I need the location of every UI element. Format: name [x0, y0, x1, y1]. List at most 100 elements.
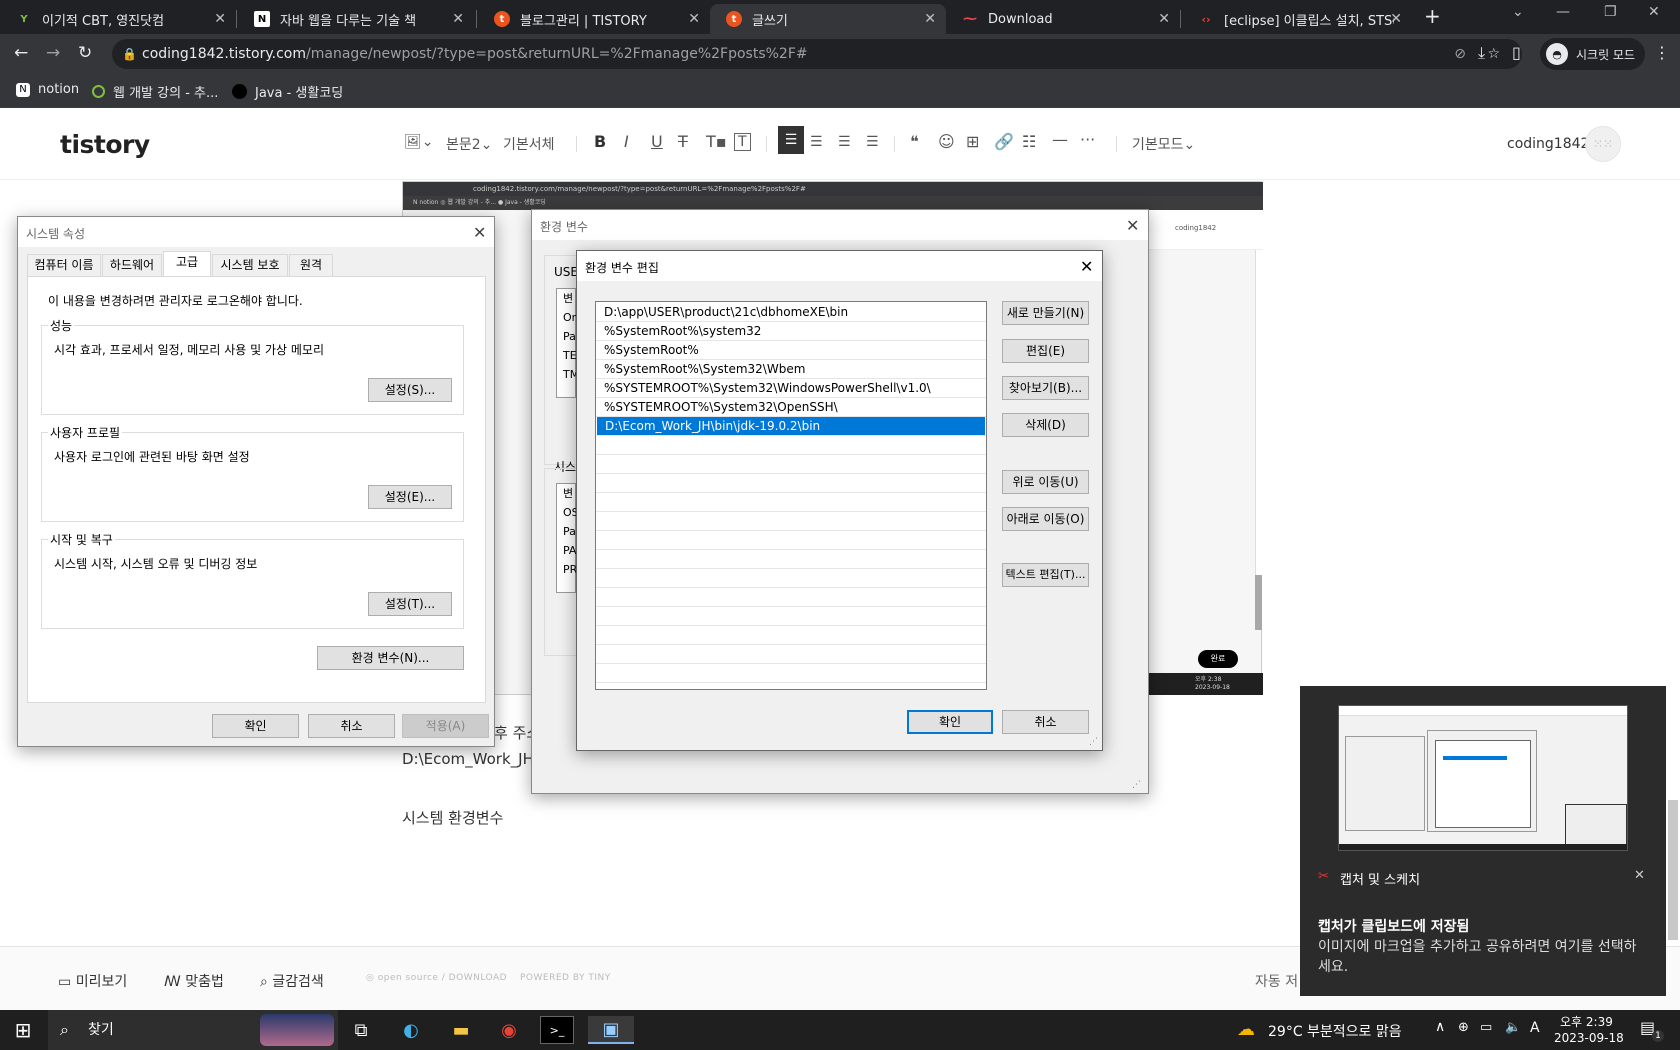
- network-icon[interactable]: ▭: [1480, 1020, 1492, 1035]
- tab-eclipse[interactable]: ‹› [eclipse] 이클립스 설치, STS(Sp ✕: [1182, 4, 1412, 34]
- terminal-icon[interactable]: >_: [540, 1016, 574, 1044]
- new-button[interactable]: 새로 만들기(N): [1002, 301, 1089, 325]
- empty-row[interactable]: [596, 531, 986, 550]
- tab-cbt[interactable]: Y 이기적 CBT, 영진닷컴 ✕: [0, 4, 236, 34]
- clock-time[interactable]: 오후 2:39: [1560, 1013, 1613, 1030]
- empty-row[interactable]: [596, 436, 986, 455]
- task-view-icon[interactable]: ⧉: [344, 1016, 378, 1044]
- list-item[interactable]: D:\app\USER\product\21c\dbhomeXE\bin: [596, 303, 986, 322]
- close-icon[interactable]: ✕: [1126, 216, 1139, 235]
- list-item[interactable]: %SystemRoot%: [596, 341, 986, 360]
- move-up-button[interactable]: 위로 이동(U): [1002, 470, 1089, 494]
- list-item[interactable]: %SYSTEMROOT%\System32\WindowsPowerShell\…: [596, 379, 986, 398]
- taskbar-search[interactable]: ⌕ 찾기: [48, 1010, 338, 1050]
- tab-computer-name[interactable]: 컴퓨터 이름: [27, 254, 101, 276]
- underline-icon[interactable]: U: [651, 132, 663, 151]
- capture-notification[interactable]: ✂ 캡처 및 스케치 ✕ 캡처가 클립보드에 저장됨 이미지에 마크업을 추가하…: [1300, 686, 1666, 996]
- close-icon[interactable]: ✕: [1390, 11, 1402, 27]
- edit-text-button[interactable]: 텍스트 편집(T)...: [1002, 563, 1089, 587]
- empty-row[interactable]: [596, 455, 986, 474]
- close-icon[interactable]: ✕: [688, 11, 700, 27]
- emoji-icon[interactable]: ☺: [938, 132, 955, 151]
- bookmark-java[interactable]: Java - 생활코딩: [232, 82, 343, 101]
- search-material-button[interactable]: ⌕ 글감검색: [260, 971, 324, 991]
- environment-variables-button[interactable]: 환경 변수(N)...: [317, 646, 464, 670]
- align-right-icon[interactable]: ☰: [838, 134, 851, 150]
- list-icon[interactable]: ☷: [1022, 132, 1036, 151]
- tab-blog-admin[interactable]: t 블로그관리 | TISTORY ✕: [478, 4, 710, 34]
- download-icon[interactable]: ⤓: [1478, 43, 1485, 63]
- list-item[interactable]: %SystemRoot%\System32\Wbem: [596, 360, 986, 379]
- ok-button[interactable]: 확인: [212, 714, 299, 738]
- edge-icon[interactable]: ◐: [394, 1016, 428, 1044]
- tab-write[interactable]: t 글쓰기 ✕: [710, 4, 946, 34]
- path-list[interactable]: D:\app\USER\product\21c\dbhomeXE\bin %Sy…: [595, 301, 987, 690]
- empty-row[interactable]: [596, 588, 986, 607]
- list-item[interactable]: %SystemRoot%\system32: [596, 322, 986, 341]
- cancel-button[interactable]: 취소: [308, 714, 395, 738]
- performance-settings-button[interactable]: 설정(S)...: [368, 378, 452, 402]
- back-icon[interactable]: ←: [14, 43, 28, 63]
- empty-row[interactable]: [596, 493, 986, 512]
- chrome-icon[interactable]: ◉: [492, 1016, 526, 1044]
- menu-kebab-icon[interactable]: ⋮: [1654, 43, 1670, 62]
- ime-indicator[interactable]: A: [1530, 1020, 1540, 1036]
- list-item-selected[interactable]: D:\Ecom_Work_JH\bin\jdk-19.0.2\bin: [597, 417, 985, 436]
- close-icon[interactable]: ✕: [473, 223, 486, 242]
- quote-icon[interactable]: ❝: [910, 132, 919, 151]
- editor-mode-dropdown[interactable]: 기본모드⌄: [1132, 134, 1195, 154]
- link-icon[interactable]: 🔗: [994, 132, 1014, 151]
- bold-icon[interactable]: B: [594, 132, 606, 151]
- divider-icon[interactable]: —: [1052, 130, 1068, 149]
- file-explorer-icon[interactable]: ▬: [444, 1016, 478, 1044]
- empty-row[interactable]: [596, 626, 986, 645]
- bookmark-notion[interactable]: N notion: [16, 82, 79, 97]
- speaker-icon[interactable]: 🔈: [1505, 1020, 1521, 1035]
- font-family-dropdown[interactable]: 기본서체: [503, 134, 555, 154]
- empty-row[interactable]: [596, 607, 986, 626]
- eye-off-icon[interactable]: ⊘: [1454, 39, 1466, 69]
- side-panel-icon[interactable]: ▯: [1512, 43, 1521, 62]
- incognito-badge[interactable]: ◓ 시크릿 모드: [1540, 38, 1646, 70]
- weather-icon[interactable]: ☁: [1237, 1019, 1255, 1040]
- profile-settings-button[interactable]: 설정(E)...: [368, 485, 452, 509]
- tab-download[interactable]: ⁓ Download ✕: [946, 4, 1180, 34]
- restore-icon[interactable]: ❐: [1604, 4, 1617, 20]
- system-properties-icon[interactable]: ▣: [588, 1016, 634, 1044]
- text-color-icon[interactable]: T▪: [706, 132, 727, 151]
- page-scrollbar[interactable]: [1668, 180, 1680, 946]
- new-tab-icon[interactable]: +: [1424, 4, 1441, 28]
- list-item[interactable]: %SYSTEMROOT%\System32\OpenSSH\: [596, 398, 986, 417]
- windows-start-icon[interactable]: ⊞: [6, 1016, 40, 1044]
- spellcheck-button[interactable]: ꟿ 맞춤법: [164, 971, 224, 991]
- minimize-icon[interactable]: —: [1556, 4, 1570, 20]
- italic-icon[interactable]: I: [624, 132, 629, 151]
- opensource-link[interactable]: ◎ open source / DOWNLOAD: [366, 973, 507, 983]
- weather-text[interactable]: 29°C 부분적으로 맑음: [1268, 1021, 1402, 1041]
- tab-search-chevron-icon[interactable]: ⌄: [1512, 4, 1524, 20]
- ok-button[interactable]: 확인: [907, 710, 993, 734]
- ime-tray-icon[interactable]: ⊕: [1458, 1020, 1469, 1035]
- close-icon[interactable]: ✕: [924, 11, 936, 27]
- close-icon[interactable]: ✕: [214, 11, 226, 27]
- empty-row[interactable]: [596, 569, 986, 588]
- tab-remote[interactable]: 원격: [289, 254, 333, 276]
- browse-button[interactable]: 찾아보기(B)...: [1002, 376, 1089, 400]
- forward-icon[interactable]: →: [46, 43, 60, 63]
- capture-thumbnail[interactable]: [1338, 705, 1628, 851]
- tab-hardware[interactable]: 하드웨어: [102, 254, 162, 276]
- tab-java-web[interactable]: N 자바 웹을 다루는 기술 책 ✕: [238, 4, 474, 34]
- reload-icon[interactable]: ↻: [78, 43, 92, 63]
- close-icon[interactable]: ✕: [1080, 257, 1093, 276]
- preview-button[interactable]: ▭ 미리보기: [58, 971, 127, 991]
- paragraph-style-dropdown[interactable]: 본문2⌄: [446, 134, 492, 154]
- star-icon[interactable]: ☆: [1487, 39, 1500, 69]
- empty-row[interactable]: [596, 512, 986, 531]
- apply-button[interactable]: 적용(A): [402, 714, 489, 738]
- empty-row[interactable]: [596, 645, 986, 664]
- strikethrough-icon[interactable]: T: [678, 132, 688, 151]
- close-icon[interactable]: ✕: [452, 11, 464, 27]
- close-icon[interactable]: ✕: [1158, 11, 1170, 27]
- tistory-logo[interactable]: tistory: [60, 130, 150, 159]
- more-icon[interactable]: ···: [1080, 130, 1095, 149]
